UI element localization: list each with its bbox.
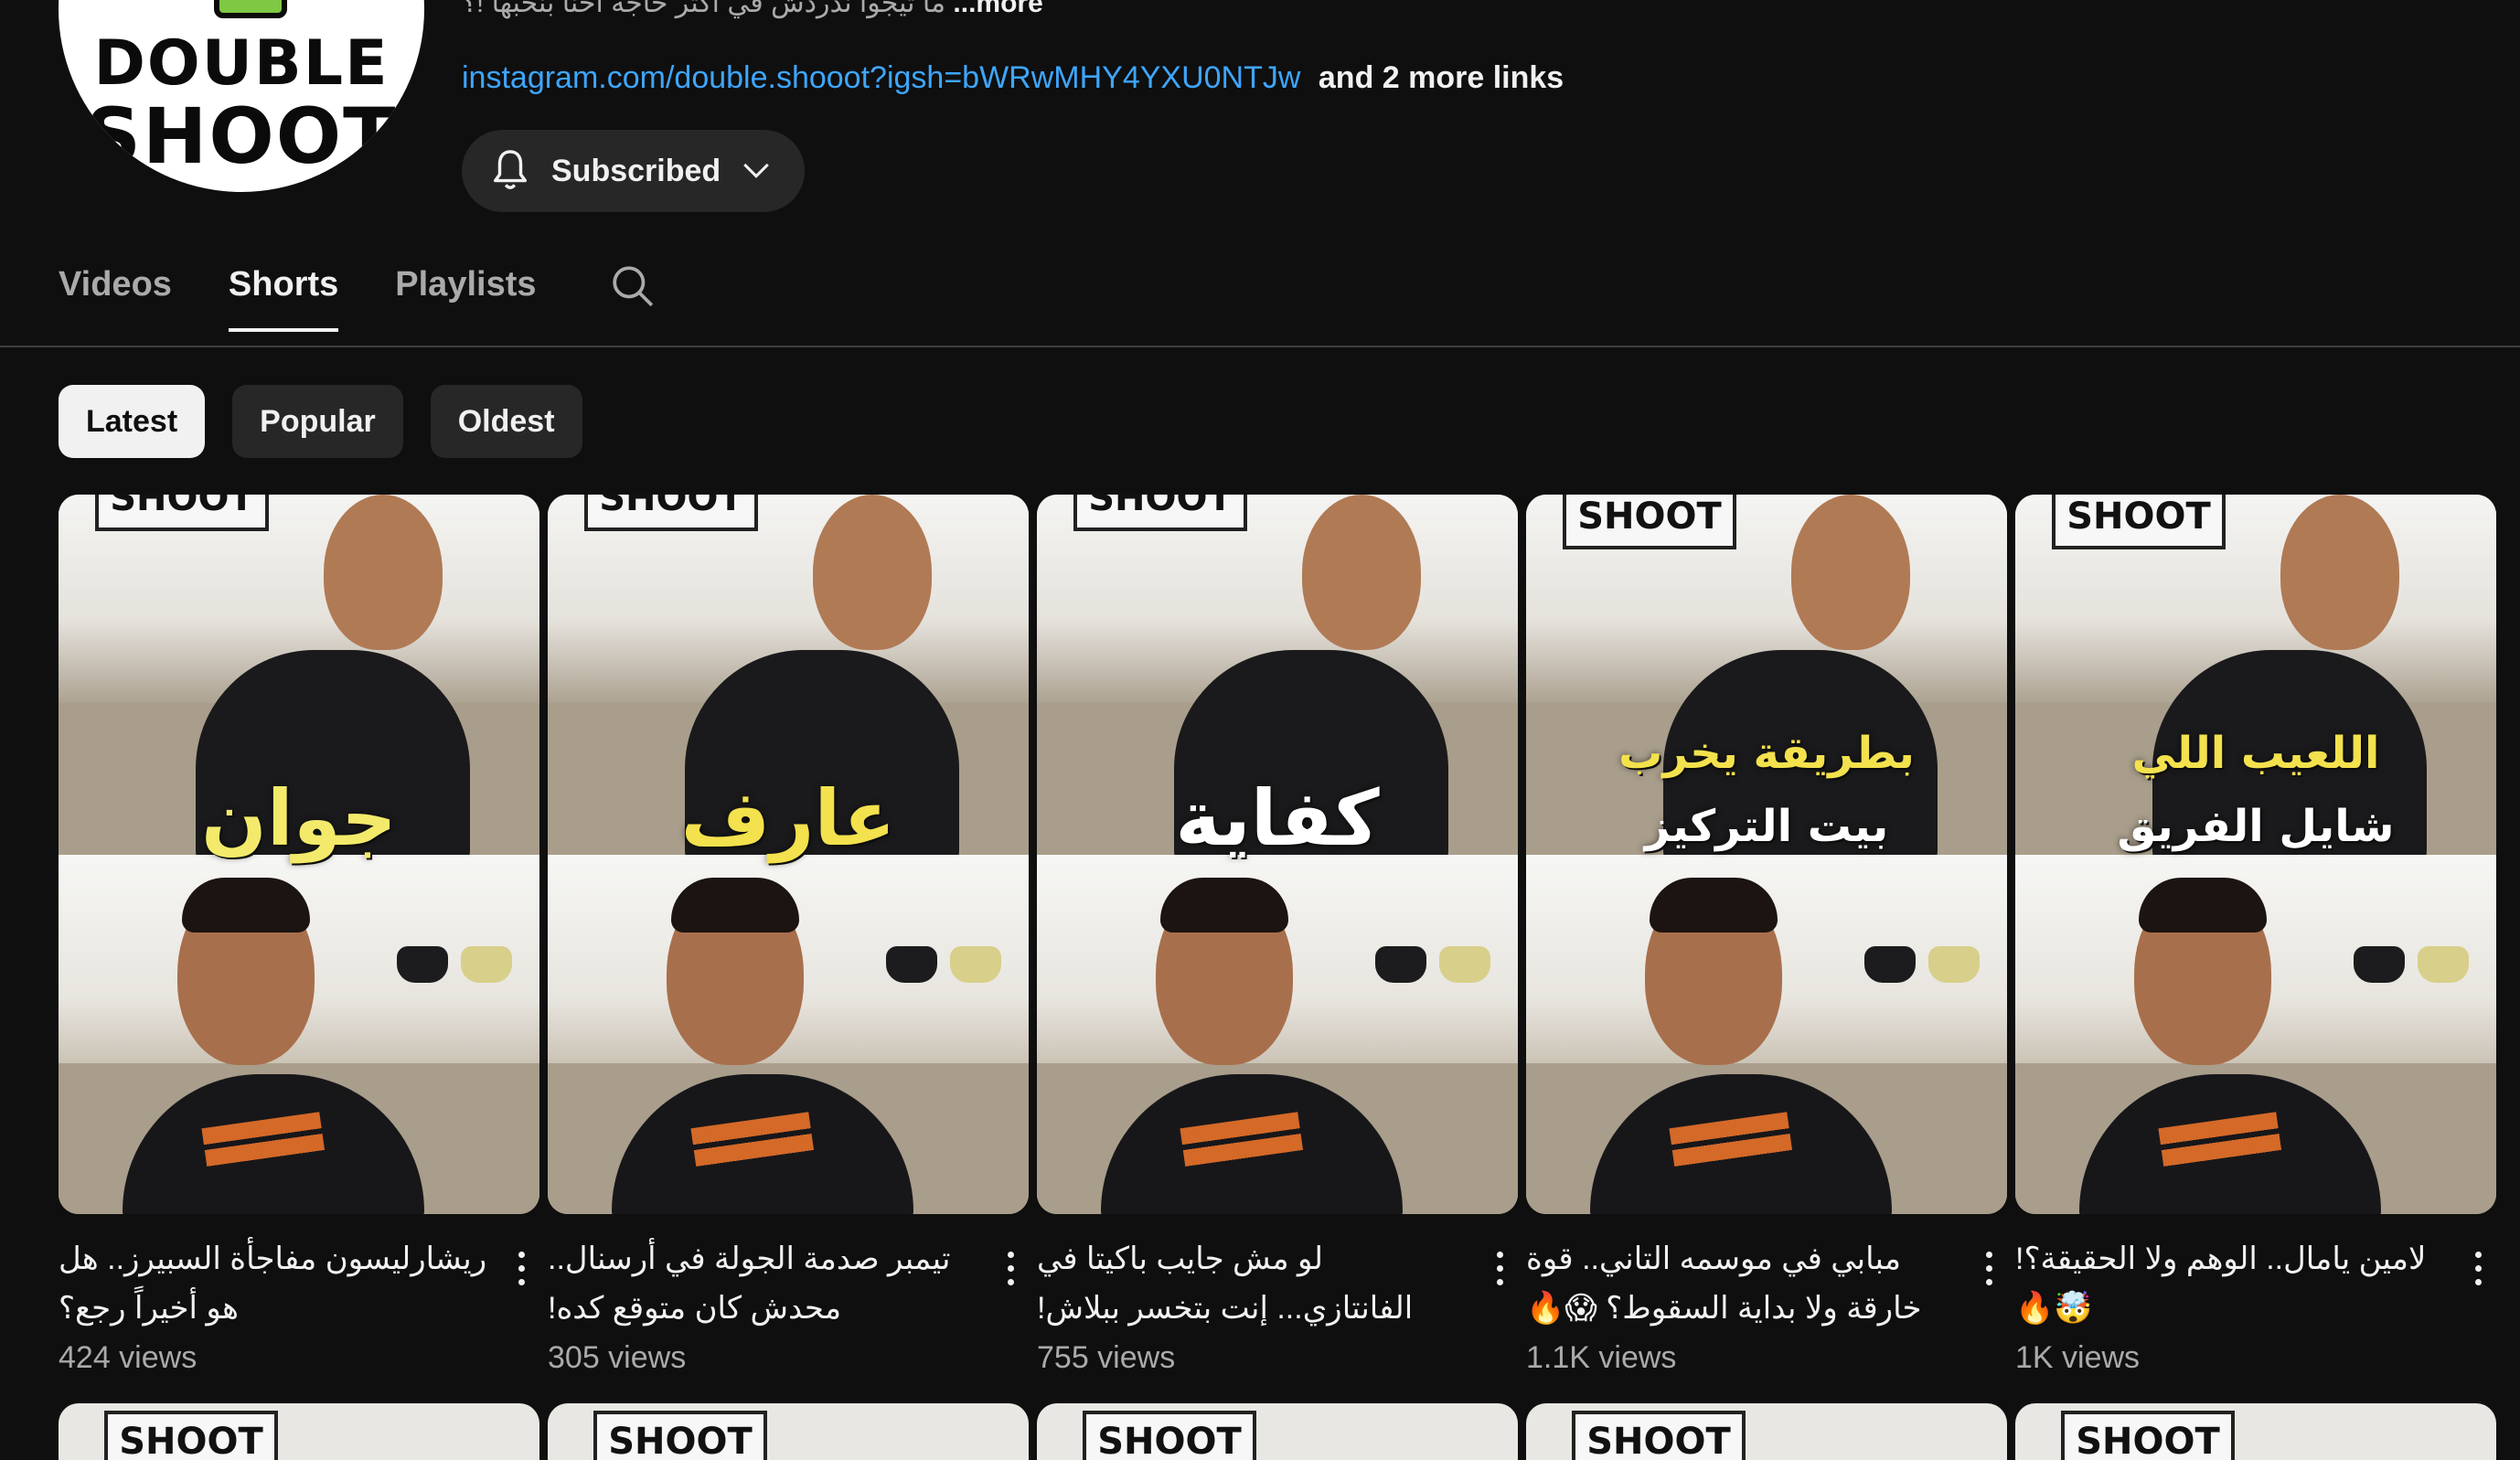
thumb-logo: SHOOT (2061, 1411, 2235, 1460)
thumb-logo: SHOOT (2052, 495, 2226, 549)
short-card-next[interactable]: SHOOT (548, 1403, 1029, 1460)
more-vert-icon[interactable] (992, 1231, 1029, 1305)
avatar-badge (214, 0, 287, 18)
short-card-next[interactable]: SHOOT (2015, 1403, 2496, 1460)
short-card-next[interactable]: SHOOT (1526, 1403, 2007, 1460)
thumb-logo: SHOOT (1083, 1411, 1256, 1460)
short-thumbnail[interactable]: SHOOT كفاية (1037, 495, 1518, 1214)
more-links-button[interactable]: and 2 more links (1319, 60, 1564, 95)
more-vert-icon[interactable] (1970, 1231, 2007, 1305)
chip-oldest[interactable]: Oldest (430, 385, 582, 458)
short-card[interactable]: SHOOT جوان ريشارليسون مفاجأة السبيرز.. ه… (59, 495, 539, 1376)
short-card-next[interactable]: SHOOT (1037, 1403, 1518, 1460)
short-title[interactable]: لامين يامال.. الوهم ولا الحقيقة؟! 🤯🔥 (2015, 1234, 2445, 1333)
thumb-overlay-line-2: بيت التركيز (1644, 801, 1889, 852)
channel-avatar[interactable]: DOUBLE SHOOT (59, 0, 424, 192)
short-views: 1K views (2015, 1340, 2141, 1375)
tabs-divider (0, 346, 2520, 347)
subscribed-label: Subscribed (551, 153, 721, 188)
chip-popular[interactable]: Popular (232, 385, 403, 458)
short-thumbnail[interactable]: SHOOT عارف (548, 495, 1029, 1214)
more-vert-icon[interactable] (503, 1231, 539, 1305)
avatar-line-2: SHOOT (85, 91, 398, 181)
short-views: 424 views (59, 1340, 198, 1375)
short-card-next[interactable]: SHOOT (59, 1403, 539, 1460)
thumb-overlay-text: كفاية (1175, 773, 1380, 863)
search-icon[interactable] (610, 263, 656, 309)
more-vert-icon[interactable] (2460, 1231, 2496, 1305)
thumb-overlay-line-1: اللعيب اللي (2131, 728, 2380, 779)
sort-chips: Latest Popular Oldest (59, 385, 582, 458)
short-title[interactable]: مبابي في موسمه التاني.. قوة خارقة ولا بد… (1526, 1234, 1956, 1333)
short-card[interactable]: SHOOT اللعيب اللي شايل الفريق لامين ياما… (2015, 495, 2496, 1376)
tab-playlists[interactable]: Playlists (395, 265, 536, 328)
thumb-overlay-text: جوان (201, 773, 397, 863)
description-text: ما تيجوا ندردش في أكتر حاجة احنا بنحبها … (462, 0, 946, 18)
thumb-overlay-line-1: بطريقة يخرب (1618, 728, 1915, 779)
short-title[interactable]: ريشارليسون مفاجأة السبيرز.. هل هو أخيراً… (59, 1234, 488, 1333)
short-thumbnail[interactable]: SHOOT بطريقة يخرب بيت التركيز (1526, 495, 2007, 1214)
channel-description[interactable]: ما تيجوا ندردش في أكتر حاجة احنا بنحبها … (462, 0, 1043, 19)
short-views: 305 views (548, 1340, 687, 1375)
thumb-logo: SHOOT (593, 1411, 767, 1460)
thumb-logo: SHOOT (1563, 495, 1736, 549)
channel-links: instagram.com/double.shooot?igsh=bWRwMHY… (462, 60, 1564, 96)
short-card[interactable]: SHOOT عارف تيمبر صدمة الجولة في أرسنال..… (548, 495, 1029, 1376)
thumb-logo: SHOOT (1073, 495, 1247, 531)
thumb-logo: SHOOT (95, 495, 269, 531)
short-title[interactable]: لو مش جايب باكيتا في الفانتازي... إنت بت… (1037, 1234, 1467, 1333)
short-title[interactable]: تيمبر صدمة الجولة في أرسنال.. محدش كان م… (548, 1234, 977, 1333)
tab-videos[interactable]: Videos (59, 265, 172, 328)
short-thumbnail[interactable]: SHOOT اللعيب اللي شايل الفريق (2015, 495, 2496, 1214)
thumb-logo: SHOOT (104, 1411, 278, 1460)
short-thumbnail[interactable]: SHOOT جوان (59, 495, 539, 1214)
description-more-link[interactable]: ...more (953, 0, 1042, 18)
instagram-link[interactable]: instagram.com/double.shooot?igsh=bWRwMHY… (462, 60, 1300, 95)
subscribed-button[interactable]: Subscribed (462, 130, 805, 212)
short-views: 1.1K views (1526, 1340, 1677, 1375)
short-card[interactable]: SHOOT كفاية لو مش جايب باكيتا في الفانتا… (1037, 495, 1518, 1376)
bell-icon (493, 150, 528, 189)
thumb-logo: SHOOT (584, 495, 758, 531)
thumb-logo: SHOOT (1572, 1411, 1746, 1460)
short-card[interactable]: SHOOT بطريقة يخرب بيت التركيز مبابي في م… (1526, 495, 2007, 1376)
chip-latest[interactable]: Latest (59, 385, 206, 458)
chevron-down-icon (743, 163, 770, 178)
channel-page: DOUBLE SHOOT ما تيجوا ندردش في أكتر حاجة… (0, 0, 2520, 1460)
short-views: 755 views (1037, 1340, 1176, 1375)
thumb-overlay-line-2: شايل الفريق (2117, 801, 2395, 852)
tab-shorts[interactable]: Shorts (228, 265, 339, 332)
more-vert-icon[interactable] (1481, 1231, 1518, 1305)
thumb-overlay-text: عارف (680, 773, 896, 863)
avatar-line-1: DOUBLE (93, 27, 390, 100)
channel-tabs: Videos Shorts Playlists (59, 263, 656, 332)
